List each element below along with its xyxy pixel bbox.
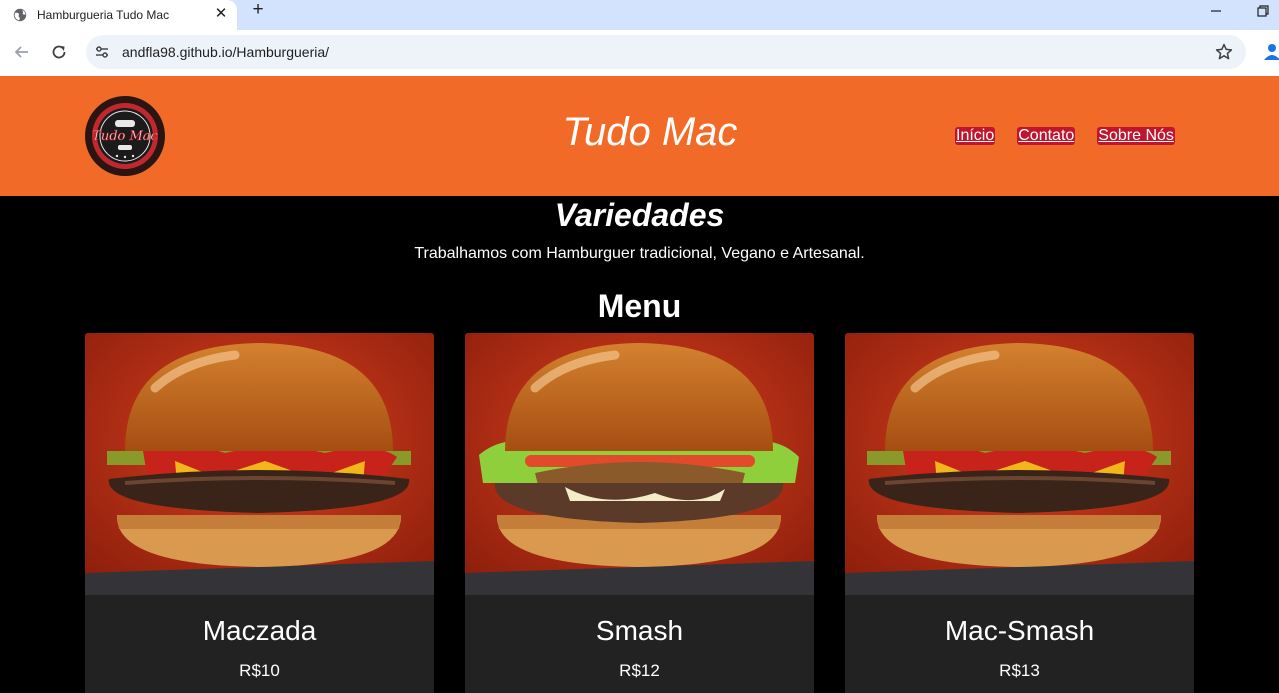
url-text[interactable]: andfla98.github.io/Hamburgueria/ [122,44,329,60]
nav-link-contato[interactable]: Contato [1017,127,1076,145]
menu-item-price: R$10 [239,661,280,680]
site-title: Tudo Mac [562,110,738,154]
menu-card[interactable]: Smash R$12 [465,333,814,693]
tab-title: Hamburgueria Tudo Mac [37,8,170,22]
burger-image [85,333,434,595]
bookmark-star-icon[interactable] [1214,42,1234,62]
address-bar[interactable]: andfla98.github.io/Hamburgueria/ [86,35,1246,69]
menu-item-name: Smash [595,615,684,646]
browser-tab[interactable]: Hamburgueria Tudo Mac ✕ [0,0,237,30]
menu-heading: Menu [597,288,682,324]
menu-item-price: R$12 [619,661,660,680]
menu-item-price: R$13 [999,661,1040,680]
nav-link-sobre-nos[interactable]: Sobre Nós [1097,127,1175,145]
site-settings-icon[interactable] [94,44,110,60]
browser-tabstrip: Hamburgueria Tudo Mac ✕ + [0,0,1279,30]
nav-link-inicio[interactable]: Início [955,127,996,145]
profile-icon[interactable] [1262,41,1279,61]
logo-text: Tudo Mac [92,129,158,144]
logo[interactable]: Tudo Mac [85,96,165,176]
main-nav: Início Contato Sobre Nós [955,127,1197,145]
minimize-icon[interactable] [1208,3,1224,19]
restore-icon[interactable] [1255,3,1271,19]
menu-item-name: Mac-Smash [944,615,1095,646]
menu-card[interactable]: Maczada R$10 [85,333,434,693]
globe-icon [13,8,27,22]
new-tab-button[interactable]: + [248,0,268,21]
reload-icon[interactable] [49,42,69,62]
site-header: Tudo Mac Tudo Mac Início Contato Sobre N… [0,76,1279,196]
back-arrow-icon[interactable] [12,42,32,62]
menu-item-name: Maczada [202,615,317,646]
burger-image [845,333,1194,595]
menu-card[interactable]: Mac-Smash R$13 [845,333,1194,693]
section-heading-variedades: Variedades [554,197,725,233]
section-subtitle: Trabalhamos com Hamburguer tradicional, … [414,245,865,262]
web-page: Tudo Mac Tudo Mac Início Contato Sobre N… [0,76,1279,693]
close-tab-icon[interactable]: ✕ [213,5,229,23]
burger-image [465,333,814,595]
browser-toolbar: andfla98.github.io/Hamburgueria/ [0,30,1279,76]
